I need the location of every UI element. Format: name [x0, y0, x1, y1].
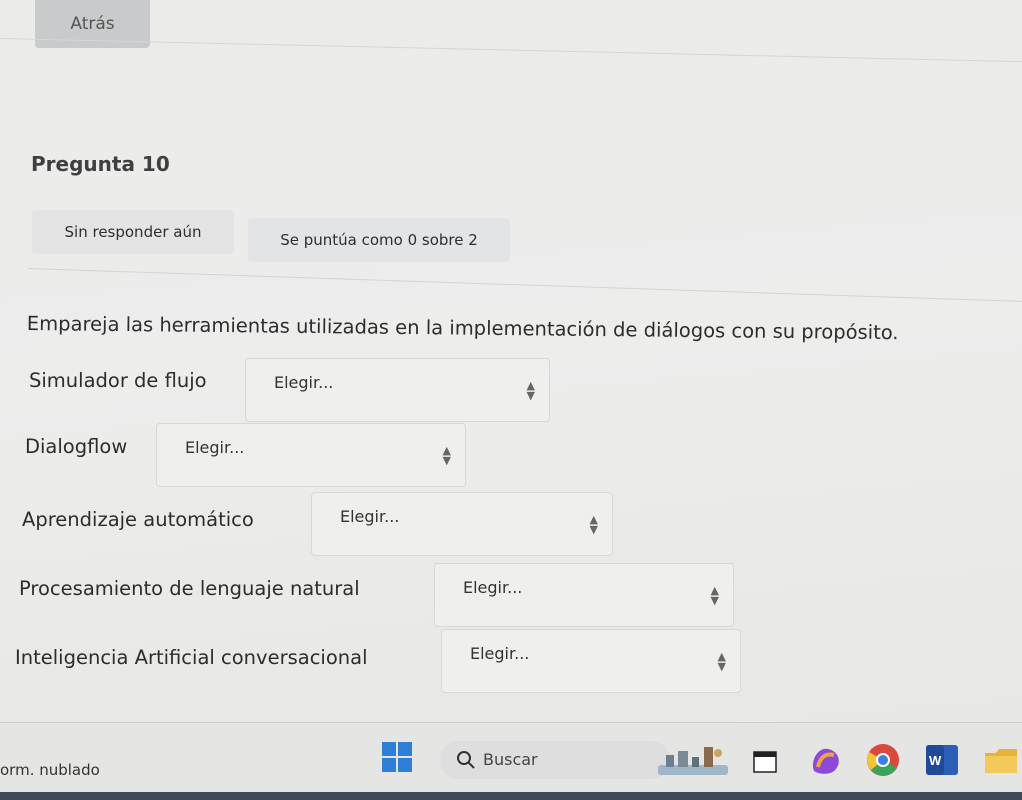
status-badge: Sin responder aún [32, 210, 234, 254]
select-arrows-icon: ▲ ▼ [442, 444, 451, 467]
select-value: Elegir... [274, 373, 334, 392]
svg-text:W: W [929, 753, 942, 768]
match-label: Dialogflow [25, 435, 128, 458]
search-icon [457, 751, 475, 769]
divider [27, 268, 1022, 303]
select-arrows-icon: ▲ ▼ [717, 650, 726, 673]
folder-icon[interactable] [984, 747, 1018, 775]
divider [0, 38, 1022, 63]
select-arrows-icon: ▲ ▼ [589, 513, 598, 536]
match-select[interactable]: Elegir... ▲ ▼ [441, 629, 741, 693]
select-value: Elegir... [470, 644, 530, 663]
grade-badge: Se puntúa como 0 sobre 2 [248, 218, 510, 262]
match-label: Procesamiento de lenguaje natural [19, 577, 360, 600]
taskbar: orm. nublado Buscar W [0, 722, 1022, 800]
match-select[interactable]: Elegir... ▲ ▼ [245, 358, 550, 422]
match-select[interactable]: Elegir... ▲ ▼ [156, 423, 466, 487]
question-prompt: Empareja las herramientas utilizadas en … [26, 312, 899, 345]
city-widget-icon[interactable] [658, 743, 728, 777]
word-icon[interactable]: W [926, 745, 958, 775]
match-label: Aprendizaje automático [22, 508, 254, 531]
select-arrows-icon: ▲ ▼ [526, 379, 535, 402]
match-select[interactable]: Elegir... ▲ ▼ [434, 563, 734, 627]
taskbar-search[interactable]: Buscar [440, 741, 670, 779]
chrome-icon[interactable] [866, 743, 900, 777]
select-value: Elegir... [340, 507, 400, 526]
search-placeholder: Buscar [483, 750, 538, 769]
question-title: Pregunta 10 [31, 152, 170, 176]
match-select[interactable]: Elegir... ▲ ▼ [311, 492, 613, 556]
select-arrows-icon: ▲ ▼ [710, 584, 719, 607]
weather-widget[interactable]: orm. nublado [0, 761, 100, 779]
match-label: Simulador de flujo [29, 369, 207, 392]
file-explorer-icon[interactable] [752, 749, 778, 775]
select-value: Elegir... [463, 578, 523, 597]
select-value: Elegir... [185, 438, 245, 457]
windows-start-icon[interactable] [382, 742, 412, 772]
screen-edge [0, 792, 1022, 800]
match-label: Inteligencia Artificial conversacional [15, 646, 368, 669]
copilot-icon[interactable] [808, 743, 844, 777]
